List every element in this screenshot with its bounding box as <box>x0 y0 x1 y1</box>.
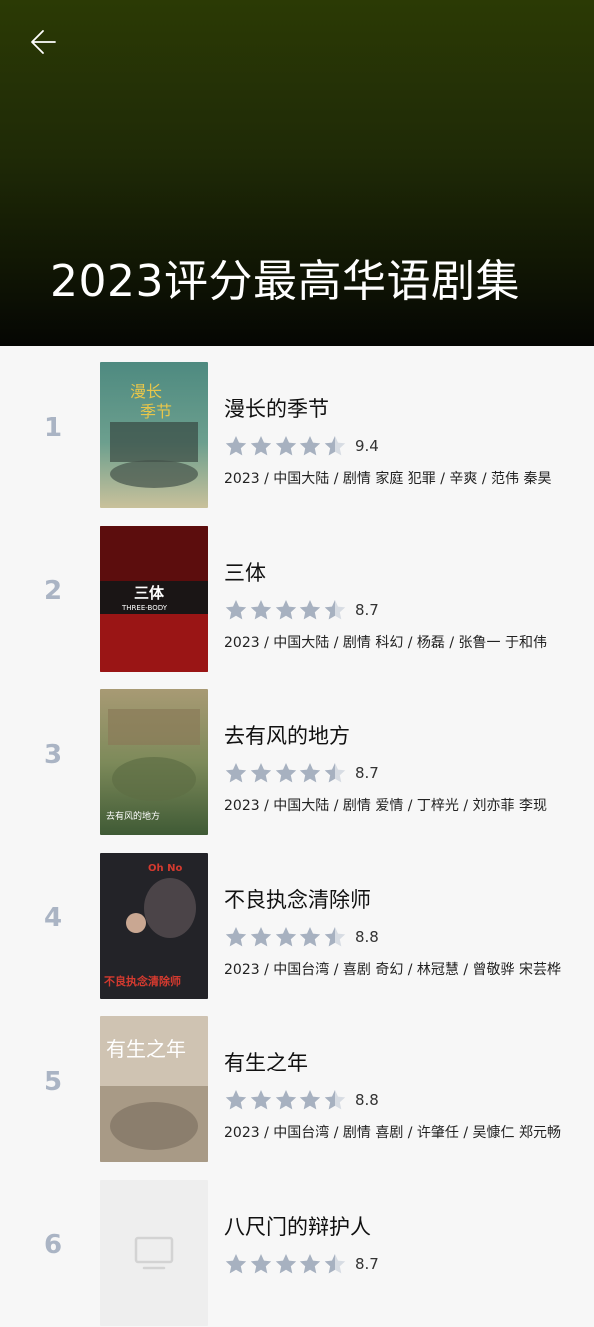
arrow-left-icon <box>29 27 59 57</box>
rank-number: 6 <box>30 1164 76 1327</box>
list-item[interactable]: 4 Oh No 不良执念清除师 不良执念清除师 8.8 2023 / 中国台湾 … <box>0 837 594 1001</box>
score: 8.7 <box>355 764 379 782</box>
star-icon <box>224 434 248 458</box>
poster-image[interactable]: Oh No 不良执念清除师 <box>100 853 208 999</box>
star-half-icon <box>323 1088 347 1112</box>
svg-text:有生之年: 有生之年 <box>106 1037 186 1061</box>
svg-text:THREE-BODY: THREE-BODY <box>121 604 168 612</box>
star-icon <box>224 1088 248 1112</box>
star-half-icon <box>323 598 347 622</box>
star-icon <box>298 761 322 785</box>
star-rating: 8.7 <box>224 761 379 785</box>
star-rating: 8.7 <box>224 598 379 622</box>
rank-number: 5 <box>30 1000 76 1164</box>
meta-info: 2023 / 中国台湾 / 剧情 喜剧 / 许肇任 / 吴慷仁 郑元畅 <box>224 1123 561 1143</box>
star-icon <box>224 925 248 949</box>
star-icon <box>298 925 322 949</box>
svg-text:漫长: 漫长 <box>130 382 162 401</box>
svg-text:Oh No: Oh No <box>148 863 182 874</box>
rank-number: 1 <box>30 346 76 510</box>
star-icon <box>224 761 248 785</box>
header: 2023评分最高华语剧集 <box>0 0 594 346</box>
title[interactable]: 漫长的季节 <box>224 394 329 424</box>
star-icon <box>249 1088 273 1112</box>
back-button[interactable] <box>22 22 66 62</box>
poster-image[interactable]: 去有风的地方 <box>100 689 208 835</box>
star-rating: 8.8 <box>224 925 379 949</box>
meta-info: 2023 / 中国大陆 / 剧情 科幻 / 杨磊 / 张鲁一 于和伟 <box>224 633 547 653</box>
star-rating: 8.7 <box>224 1252 379 1276</box>
poster-image[interactable]: 有生之年 <box>100 1016 208 1162</box>
star-icon <box>249 1252 273 1276</box>
rank-number: 2 <box>30 510 76 674</box>
poster-placeholder[interactable] <box>100 1180 208 1326</box>
title[interactable]: 三体 <box>224 558 266 588</box>
star-rating: 8.8 <box>224 1088 379 1112</box>
list-item[interactable]: 2 三体 THREE-BODY 三体 8.7 2023 / 中国大陆 / 剧情 <box>0 510 594 674</box>
star-icon <box>298 1252 322 1276</box>
star-icon <box>274 1252 298 1276</box>
star-icon <box>298 434 322 458</box>
meta-info: 2023 / 中国大陆 / 剧情 家庭 犯罪 / 辛爽 / 范伟 秦昊 <box>224 469 551 489</box>
score: 9.4 <box>355 437 379 455</box>
ranking-list: 1 漫长 季节 漫长的季节 9.4 2023 / 中国大陆 <box>0 346 594 1327</box>
rank-number: 4 <box>30 837 76 1001</box>
star-icon <box>249 434 273 458</box>
star-icon <box>298 1088 322 1112</box>
star-icon <box>249 925 273 949</box>
star-rating: 9.4 <box>224 434 379 458</box>
rank-number: 3 <box>30 673 76 837</box>
meta-info: 2023 / 中国台湾 / 喜剧 奇幻 / 林冠慧 / 曾敬骅 宋芸桦 <box>224 960 561 980</box>
star-icon <box>274 1088 298 1112</box>
list-item[interactable]: 1 漫长 季节 漫长的季节 9.4 2023 / 中国大陆 <box>0 346 594 510</box>
poster-image[interactable]: 三体 THREE-BODY <box>100 526 208 672</box>
title[interactable]: 不良执念清除师 <box>224 885 371 915</box>
list-item[interactable]: 6 八尺门的辩护人 8.7 <box>0 1164 594 1327</box>
star-icon <box>224 1252 248 1276</box>
svg-text:去有风的地方: 去有风的地方 <box>106 810 160 822</box>
poster-image[interactable]: 漫长 季节 <box>100 362 208 508</box>
score: 8.7 <box>355 601 379 619</box>
star-half-icon <box>323 1252 347 1276</box>
title[interactable]: 去有风的地方 <box>224 721 350 751</box>
score: 8.8 <box>355 1091 379 1109</box>
star-icon <box>274 598 298 622</box>
svg-text:三体: 三体 <box>134 584 165 602</box>
star-icon <box>298 598 322 622</box>
page-title: 2023评分最高华语剧集 <box>50 252 520 312</box>
list-item[interactable]: 5 有生之年 有生之年 8.8 2023 / 中国台湾 / 剧情 喜剧 / 许肇… <box>0 1000 594 1164</box>
title[interactable]: 有生之年 <box>224 1048 308 1078</box>
star-icon <box>274 761 298 785</box>
star-half-icon <box>323 434 347 458</box>
list-item[interactable]: 3 去有风的地方 去有风的地方 8.7 2023 / 中国大陆 / 剧情 <box>0 673 594 837</box>
svg-text:不良执念清除师: 不良执念清除师 <box>104 974 181 988</box>
star-icon <box>274 434 298 458</box>
svg-text:季节: 季节 <box>140 402 172 421</box>
star-icon <box>274 925 298 949</box>
meta-info: 2023 / 中国大陆 / 剧情 爱情 / 丁梓光 / 刘亦菲 李现 <box>224 796 547 816</box>
star-icon <box>224 598 248 622</box>
star-icon <box>249 761 273 785</box>
star-half-icon <box>323 925 347 949</box>
score: 8.7 <box>355 1255 379 1273</box>
star-half-icon <box>323 761 347 785</box>
title[interactable]: 八尺门的辩护人 <box>224 1212 371 1242</box>
star-icon <box>249 598 273 622</box>
score: 8.8 <box>355 928 379 946</box>
